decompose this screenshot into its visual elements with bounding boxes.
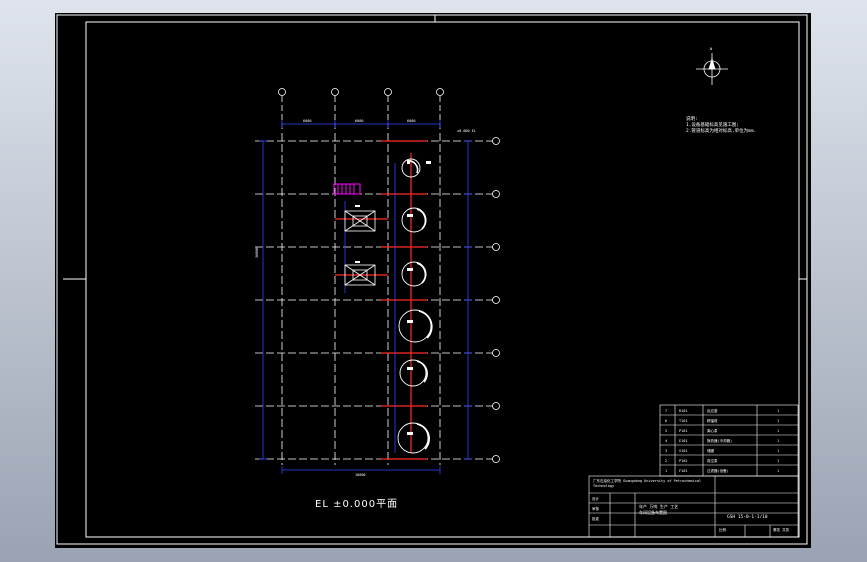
equipment-table-cell: 精馏塔	[707, 418, 718, 423]
equipment-table-cell: 7	[665, 409, 667, 413]
svg-text:6000: 6000	[407, 119, 415, 123]
north-arrow-icon	[696, 53, 728, 85]
equipment-table-cell: 1	[777, 449, 779, 453]
equipment-table-cell: F101	[679, 469, 687, 473]
equipment-table-cell: P101	[679, 429, 687, 433]
vessel-5	[399, 359, 428, 387]
equipment-table-cell: 4	[665, 439, 667, 443]
north-label: N	[710, 47, 712, 51]
plan-caption: EL ±0.000平面	[315, 499, 399, 510]
vessel-row	[397, 158, 433, 454]
equipment-table-cell: 反应釜	[707, 408, 718, 413]
grid-axis-top	[278, 88, 444, 131]
equipment-table-cell: 1	[777, 409, 779, 413]
drawing-viewport[interactable]: 6000 6000 6000 ±0.000 EL 36000 18000 N 7…	[55, 13, 811, 548]
equipment-table-cell: 1	[777, 459, 779, 463]
equipment-table-cell: T101	[679, 419, 687, 423]
equipment-table-cell: 1	[777, 439, 779, 443]
approver-label: 批准	[592, 517, 599, 521]
cad-drawing-canvas[interactable]: 6000 6000 6000 ±0.000 EL 36000 18000 N 7…	[55, 13, 811, 548]
designer-label: 设计	[592, 497, 599, 501]
grid-lines-vertical	[281, 133, 441, 465]
vessel-2	[401, 207, 427, 233]
outer-sheet-border	[56, 14, 808, 545]
inner-sheet-border	[85, 21, 800, 538]
grid-lines-horizontal	[255, 140, 493, 460]
equipment-table-cell: 6	[665, 419, 667, 423]
grid-axis-right	[492, 137, 500, 463]
equipment-table-cell: 1	[777, 429, 779, 433]
org-name: 广东石油化工学院 Guangdong University of Petroch…	[593, 479, 702, 488]
drawing-number: GSH 15-0-1-1/10	[727, 515, 768, 520]
equipment-table-cell: 换热器(冷却器)	[707, 438, 732, 443]
equipment-table-cell: 1	[665, 469, 667, 473]
equipment-table-cell: V101	[679, 449, 687, 453]
drawing-title-cell: 年产 万吨 生产 工艺 车间设备布置图	[639, 504, 713, 516]
drawing-subtitle: 车间设备布置图	[639, 510, 667, 515]
floor-level-label: ±0.000 EL	[457, 129, 476, 133]
checker-label: 审核	[592, 507, 599, 511]
scale-label: 比例	[719, 528, 726, 532]
vessel-3	[401, 261, 427, 287]
role-labels: 设计 审核 批准	[592, 494, 599, 524]
equipment-table-cell: 1	[777, 469, 779, 473]
equipment-table-cell: 3	[665, 449, 667, 453]
equipment-table-cell: 真空泵	[707, 458, 718, 463]
svg-text:36000: 36000	[255, 247, 259, 258]
equipment-table-cell: P102	[679, 459, 687, 463]
equipment-table-cell: 过滤器(设备)	[707, 468, 729, 473]
equipment-table-cell: 2	[665, 459, 667, 463]
equipment-table-cell: 5	[665, 429, 667, 433]
equipment-table-cell: R101	[679, 409, 687, 413]
sheet-label: 第张 共张	[773, 528, 790, 532]
equipment-table-cell: E101	[679, 439, 687, 443]
vessel-6	[397, 422, 430, 454]
drawing-notes: 说明: 1.设备基础标高见施工图; 2.管道标高为相对标高,单位为mm.	[686, 117, 756, 135]
heat-exchanger-1	[344, 210, 376, 232]
vessel-4	[398, 309, 433, 343]
svg-text:6000: 6000	[303, 119, 311, 123]
notes-line-2: 2.管道标高为相对标高,单位为mm.	[686, 129, 757, 134]
equipment-tags	[355, 161, 431, 435]
title-block-text: 广东石油化工学院 Guangdong University of Petroch…	[593, 479, 715, 489]
equipment-table-cell: 储罐	[707, 448, 715, 453]
equipment-table-cell: 离心泵	[707, 428, 718, 433]
svg-text:18000: 18000	[355, 473, 366, 477]
svg-text:6000: 6000	[355, 119, 363, 123]
equipment-table-cell: 1	[777, 419, 779, 423]
highlighted-equipment	[333, 183, 361, 195]
